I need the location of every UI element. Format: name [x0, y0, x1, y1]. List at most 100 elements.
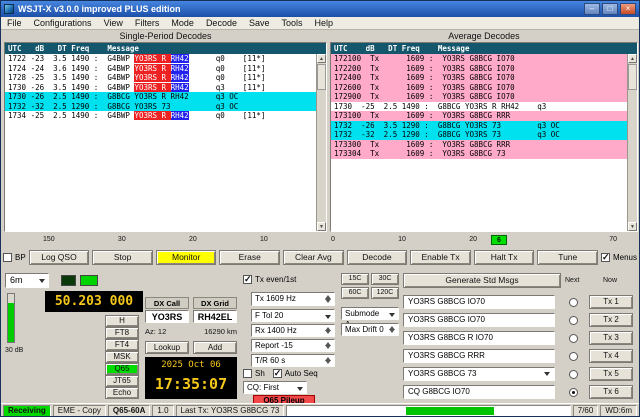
toolbar-button[interactable]: Clear Avg: [283, 250, 344, 265]
toolbar-button[interactable]: Enable Tx: [410, 250, 471, 265]
decode-row[interactable]: 1730 -26 2.5 1490 : G8BCG YO3RS R RH42 q…: [5, 92, 316, 102]
submode-select[interactable]: Submode A: [341, 307, 399, 320]
max-drift-spinner[interactable]: Max Drift 0: [341, 323, 399, 336]
menu-item[interactable]: View: [98, 17, 129, 30]
decode-row[interactable]: 1732 -32 2.5 1290 : G8BCG YO3RS 73 q3 OC: [331, 130, 627, 140]
decode-row[interactable]: 172600 Tx 1609 : YO3RS G8BCG IO70: [331, 83, 627, 93]
menu-item[interactable]: Help: [309, 17, 340, 30]
checkbox-icon[interactable]: [273, 369, 282, 378]
tx-freq-spinner[interactable]: Tx 1609 Hz: [251, 292, 335, 306]
generate-std-msgs-button[interactable]: Generate Std Msgs: [403, 273, 561, 288]
scroll-down-icon[interactable]: [317, 222, 326, 231]
decode-row[interactable]: 1730 -25 2.5 1490 : G8BCG YO3RS R RH42 q…: [331, 102, 627, 112]
cq-first-select[interactable]: CQ: First: [243, 381, 307, 394]
decode-row[interactable]: 1728 -25 3.5 1490 : G4BWP YO3RS R RH42 q…: [5, 73, 316, 83]
mode-button[interactable]: FT4: [105, 339, 139, 351]
next-radio[interactable]: [569, 298, 578, 307]
decode-row[interactable]: 1732 -26 3.5 1290 : G8BCG YO3RS 73 q3 OC: [331, 121, 627, 131]
tx-message-field[interactable]: YO3RS G8BCG IO70: [403, 313, 555, 327]
scrollbar-thumb[interactable]: [317, 64, 326, 90]
decode-row[interactable]: 1732 -32 2.5 1290 : G8BCG YO3RS 73 q3 OC: [5, 102, 316, 112]
decode-row[interactable]: 1722 -23 3.5 1490 : G4BWP YO3RS R RH42 q…: [5, 54, 316, 64]
tx-now-button[interactable]: Tx 3: [589, 331, 633, 345]
scrollbar[interactable]: [316, 54, 326, 231]
tx-message-field[interactable]: CQ G8BCG IO70: [403, 385, 555, 399]
auto-seq-checkbox[interactable]: Auto Seq: [273, 369, 318, 378]
decode-row[interactable]: 1734 -25 2.5 1490 : G4BWP YO3RS R RH42 q…: [5, 111, 316, 121]
mode-button[interactable]: Q65: [105, 363, 139, 375]
toolbar-button[interactable]: Stop: [92, 250, 153, 265]
lookup-button[interactable]: Lookup: [145, 341, 189, 354]
tx-message-field[interactable]: YO3RS G8BCG R IO70: [403, 331, 555, 345]
next-radio[interactable]: [569, 370, 578, 379]
menu-item[interactable]: Decode: [200, 17, 243, 30]
tx-message-field[interactable]: YO3RS G8BCG 73: [403, 367, 555, 381]
preset-button[interactable]: 15C: [341, 273, 369, 285]
decode-row[interactable]: 172900 Tx 1609 : YO3RS G8BCG IO70: [331, 92, 627, 102]
decode-row[interactable]: 173100 Tx 1609 : YO3RS G8BCG RRR: [331, 111, 627, 121]
menu-item[interactable]: File: [1, 17, 28, 30]
scroll-up-icon[interactable]: [317, 54, 326, 63]
minimize-button-icon[interactable]: [584, 3, 600, 15]
checkbox-icon[interactable]: [243, 275, 252, 284]
checkbox-icon[interactable]: [243, 369, 252, 378]
tx-now-button[interactable]: Tx 6: [589, 385, 633, 399]
next-radio[interactable]: [569, 316, 578, 325]
next-radio[interactable]: [569, 388, 578, 397]
mode-button[interactable]: MSK: [105, 351, 139, 363]
menus-checkbox[interactable]: Menus: [601, 253, 637, 262]
tx-now-button[interactable]: Tx 2: [589, 313, 633, 327]
ftol-select[interactable]: F Tol 20: [251, 309, 335, 322]
preset-button[interactable]: 120C: [371, 287, 399, 299]
decode-row[interactable]: 173304 Tx 1609 : YO3RS G8BCG 73: [331, 149, 627, 159]
dx-grid-field[interactable]: RH42EL: [193, 310, 237, 323]
dropdown-arrow-icon[interactable]: [544, 372, 550, 376]
preset-button[interactable]: 60C: [341, 287, 369, 299]
checkbox-icon[interactable]: [3, 253, 12, 262]
tx-now-button[interactable]: Tx 4: [589, 349, 633, 363]
decode-row[interactable]: 173300 Tx 1609 : YO3RS G8BCG RRR: [331, 140, 627, 150]
tx-message-field[interactable]: YO3RS G8BCG RRR: [403, 349, 555, 363]
next-radio[interactable]: [569, 352, 578, 361]
menu-item[interactable]: Filters: [129, 17, 166, 30]
band-select[interactable]: 6m: [5, 273, 49, 288]
toolbar-button[interactable]: Tune: [537, 250, 598, 265]
mode-button[interactable]: Echo: [105, 387, 139, 399]
dx-call-field[interactable]: YO3RS: [145, 310, 189, 323]
decode-row[interactable]: 1724 -24 3.6 1490 : G4BWP YO3RS R RH42 q…: [5, 64, 316, 74]
toolbar-button[interactable]: Halt Tx: [474, 250, 535, 265]
checkbox-icon[interactable]: [601, 253, 610, 262]
mode-button[interactable]: JT65: [105, 375, 139, 387]
toolbar-button[interactable]: Decode: [347, 250, 408, 265]
tx-message-field[interactable]: YO3RS G8BCG IO70: [403, 295, 555, 309]
scrollbar[interactable]: [627, 54, 637, 231]
scroll-up-icon[interactable]: [628, 54, 637, 63]
tx-even-first-checkbox[interactable]: Tx even/1st: [243, 275, 296, 284]
maximize-button-icon[interactable]: [602, 3, 618, 15]
report-spinner[interactable]: Report -15: [251, 339, 335, 352]
menu-item[interactable]: Tools: [275, 17, 308, 30]
decode-row[interactable]: 1730 -26 3.5 1490 : G4BWP YO3RS R RH42 q…: [5, 83, 316, 93]
toolbar-button[interactable]: Erase: [219, 250, 280, 265]
toolbar-button[interactable]: Log QSO: [29, 250, 90, 265]
decode-row[interactable]: 172200 Tx 1609 : YO3RS G8BCG IO70: [331, 64, 627, 74]
menu-item[interactable]: Save: [243, 17, 276, 30]
tx-now-button[interactable]: Tx 1: [589, 295, 633, 309]
mode-button[interactable]: FT8: [105, 327, 139, 339]
menu-item[interactable]: Configurations: [28, 17, 98, 30]
mode-button[interactable]: H: [105, 315, 139, 327]
decode-row[interactable]: 172400 Tx 1609 : YO3RS G8BCG IO70: [331, 73, 627, 83]
menu-item[interactable]: Mode: [165, 17, 200, 30]
add-button[interactable]: Add: [193, 341, 237, 354]
scrollbar-thumb[interactable]: [628, 64, 637, 90]
decode-row[interactable]: 172100 Tx 1609 : YO3RS G8BCG IO70: [331, 54, 627, 64]
rx-freq-spinner[interactable]: Rx 1400 Hz: [251, 324, 335, 337]
tr-period-spinner[interactable]: T/R 60 s: [251, 354, 335, 367]
next-radio[interactable]: [569, 334, 578, 343]
sh-checkbox[interactable]: Sh: [243, 369, 265, 378]
tx-now-button[interactable]: Tx 5: [589, 367, 633, 381]
scroll-down-icon[interactable]: [628, 222, 637, 231]
close-button-icon[interactable]: [620, 3, 636, 15]
preset-button[interactable]: 30C: [371, 273, 399, 285]
toolbar-button[interactable]: Monitor: [156, 250, 217, 265]
